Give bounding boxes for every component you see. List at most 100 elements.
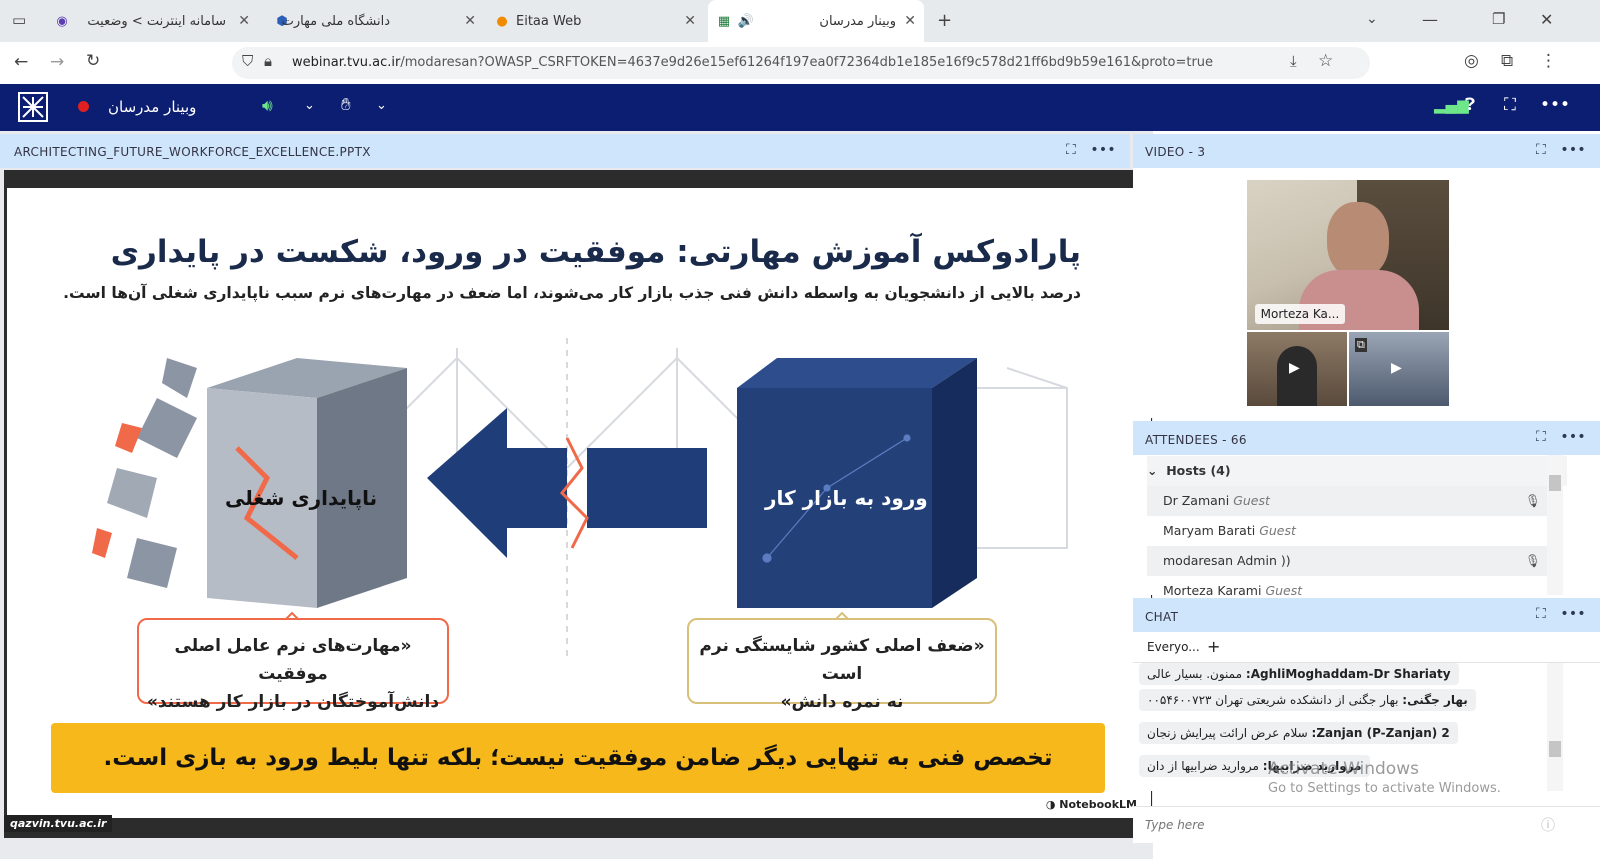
participant-face [1327, 202, 1389, 278]
close-window-icon[interactable]: ✕ [1540, 12, 1553, 28]
hosts-group[interactable]: ⌄ Hosts (4) [1147, 456, 1567, 486]
chat-sender: بهار جگنی: [1402, 693, 1468, 707]
chat-tab-everyone[interactable]: Everyo... [1147, 640, 1200, 654]
activate-windows-overlay: Activate Windows Go to Settings to activ… [1268, 759, 1501, 796]
attendee-role: Guest [1233, 493, 1270, 508]
chat-sender: AghliMoghaddam-Dr Shariaty: [1245, 667, 1451, 681]
extensions-icon[interactable]: ⧉ [1501, 53, 1513, 70]
browser-toolbar: ← → ↻ ⛉ 🔒︎ webinar.tvu.ac.ir/modaresan?O… [0, 42, 1600, 85]
close-tab-icon[interactable]: ✕ [684, 13, 696, 29]
left-quote-box: «مهارت‌های نرم عامل اصلی موفقیت دانش‌آمو… [137, 618, 449, 712]
attendee-row[interactable]: Dr Zamani Guest 🎙︎ [1147, 486, 1555, 516]
tab-title: دانشگاه ملی مهارت [281, 13, 390, 29]
attendee-name: Morteza Karami [1163, 583, 1262, 595]
fullscreen-icon[interactable]: ⛶ [1504, 97, 1516, 114]
install-app-icon[interactable]: ⤓ [1290, 54, 1297, 69]
help-icon[interactable]: ❓︎ [1465, 97, 1475, 114]
hand-dropdown-icon[interactable]: ⌄ [376, 99, 387, 112]
chat-info-icon[interactable]: ⓘ [1541, 815, 1555, 835]
chat-text: سلام عرض ارائت پیرایش زنجان [1147, 726, 1308, 740]
back-icon[interactable]: ← [14, 54, 28, 71]
chat-input[interactable] [1143, 813, 1527, 837]
app-menu-icon[interactable]: ••• [1540, 97, 1570, 114]
scroll-thumb[interactable] [1549, 741, 1561, 757]
maximize-panel-icon[interactable]: ⛶ [1066, 142, 1076, 158]
attendees-scrollbar[interactable] [1547, 455, 1563, 595]
group-label: Hosts (4) [1166, 463, 1231, 478]
panel-options-icon[interactable]: ••• [1560, 142, 1586, 158]
panel-options-icon[interactable]: ••• [1560, 429, 1586, 445]
tab-title: وبینار مدرسان [819, 13, 896, 29]
tab-webinar[interactable]: ▦ 🔊 وبینار مدرسان ✕ [708, 0, 924, 42]
attendee-role: Guest [1265, 583, 1303, 595]
site-watermark: qazvin.tvu.ac.ir [4, 815, 113, 832]
chat-tabs: Everyo... + [1133, 632, 1600, 663]
attendee-name: Maryam Barati [1163, 523, 1256, 538]
attendees-label: ATTENDEES [1145, 433, 1219, 447]
panel-options-icon[interactable]: ••• [1090, 142, 1116, 158]
chat-input-area: ⓘ [1133, 806, 1600, 843]
close-tab-icon[interactable]: ✕ [904, 13, 916, 29]
tab-eitaa[interactable]: ● Eitaa Web ✕ [486, 0, 706, 42]
restore-icon[interactable]: ❐ [1492, 12, 1505, 27]
speaker-icon[interactable]: 🔊︎ [262, 98, 273, 115]
speaker-dropdown-icon[interactable]: ⌄ [304, 99, 315, 112]
panel-options-icon[interactable]: ••• [1560, 606, 1586, 622]
collapse-icon[interactable]: ⌄ [1147, 463, 1157, 478]
presentation-panel-header: ARCHITECTING_FUTURE_WORKFORCE_EXCELLENCE… [0, 134, 1130, 168]
chat-panel-header: CHAT ⛶ ••• [1133, 598, 1600, 632]
mic-muted-icon: 🎙︎ [1525, 493, 1541, 508]
scroll-thumb[interactable] [1549, 475, 1561, 491]
url-text[interactable]: webinar.tvu.ac.ir/modaresan?OWASP_CSRFTO… [292, 55, 1213, 70]
credit-text: NotebookLM [1059, 798, 1137, 811]
attendee-row[interactable]: Morteza Karami Guest [1147, 576, 1555, 595]
tab-actions-icon[interactable]: ▭ [12, 13, 26, 28]
chat-text: مروارید ضرابیها از دان [1147, 759, 1259, 773]
lock-icon[interactable]: 🔒︎ [264, 54, 272, 69]
chat-sender: Zanjan (P-Zanjan) 2: [1311, 726, 1450, 740]
site-info-icon[interactable]: ⛉ [242, 54, 253, 69]
tab-title: سامانه اینترنت > وضعیت [87, 13, 226, 29]
main-video-tile[interactable]: Morteza Ka... [1247, 180, 1449, 330]
presentation-filename: ARCHITECTING_FUTURE_WORKFORCE_EXCELLENCE… [14, 145, 371, 159]
right-cube [737, 358, 977, 608]
tab-search-icon[interactable]: ⌄ [1366, 12, 1378, 26]
app-logo-icon[interactable] [18, 92, 48, 122]
video-thumb-1[interactable]: ▶ [1247, 332, 1347, 406]
connection-stats-icon[interactable]: ▂▄▆ [1434, 98, 1469, 113]
tab-internet-status[interactable]: ◉ سامانه اینترنت > وضعیت ✕ [46, 0, 266, 42]
add-chat-icon[interactable]: + [1207, 637, 1220, 656]
close-tab-icon[interactable]: ✕ [238, 13, 250, 29]
bookmark-star-icon[interactable]: ☆ [1318, 53, 1333, 70]
app-header: وبینار مدرسان 🔊︎ ⌄ ✋︎ ⌄ ▂▄▆ ❓︎ ⛶ ••• [0, 84, 1600, 131]
address-bar[interactable]: ⛉ 🔒︎ webinar.tvu.ac.ir/modaresan?OWASP_C… [232, 47, 1370, 79]
left-quote-line-2: دانش‌آموختگان در بازار کار هستند» [146, 692, 440, 712]
attendee-name: Dr Zamani [1163, 493, 1230, 508]
webinar-favicon-icon: ▦ [717, 13, 731, 29]
attendee-row[interactable]: modaresan Admin )) 🎙︎ [1147, 546, 1555, 576]
minimize-icon[interactable]: — [1422, 12, 1438, 28]
new-tab-icon[interactable]: + [937, 12, 952, 30]
maximize-panel-icon[interactable]: ⛶ [1536, 606, 1546, 622]
browser-menu-icon[interactable]: ⋮ [1540, 53, 1557, 70]
slide-title: پارادوکس آموزش مهارتی: موفقیت در ورود، ش… [110, 234, 1081, 270]
video-play-icon: ▶ [1289, 360, 1300, 376]
close-tab-icon[interactable]: ✕ [464, 13, 476, 29]
presentation-stage: پارادوکس آموزش مهارتی: موفقیت در ورود، ش… [4, 170, 1152, 838]
video-thumb-2[interactable]: ⧉ ▶ [1349, 332, 1449, 406]
right-quote-box: «ضعف اصلی کشور شایستگی نرم است نه نمره د… [687, 618, 997, 712]
attendee-row[interactable]: Maryam Barati Guest [1147, 516, 1555, 546]
maximize-panel-icon[interactable]: ⛶ [1536, 142, 1546, 158]
maximize-panel-icon[interactable]: ⛶ [1536, 429, 1546, 445]
tab-audio-icon[interactable]: 🔊 [738, 13, 754, 29]
profile-icon[interactable]: ◎ [1464, 53, 1479, 70]
tab-national-university[interactable]: ⬢ دانشگاه ملی مهارت ✕ [266, 0, 486, 42]
reload-icon[interactable]: ↻ [86, 53, 100, 70]
attendees-count: - 66 [1222, 433, 1247, 447]
raise-hand-icon[interactable]: ✋︎ [341, 97, 351, 114]
chat-message: AghliMoghaddam-Dr Shariaty: ممنون. بسیار… [1139, 663, 1459, 685]
forward-icon[interactable]: → [50, 54, 64, 71]
chat-scrollbar[interactable] [1547, 663, 1563, 791]
eitaa-favicon-icon: ● [496, 13, 508, 29]
screen-share-icon: ⧉ [1355, 338, 1367, 352]
